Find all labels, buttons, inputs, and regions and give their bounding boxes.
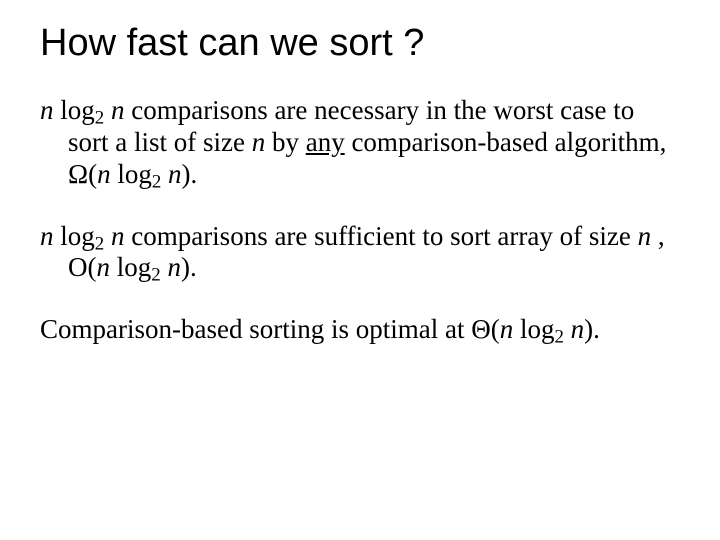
- sub-2: 2: [95, 108, 104, 129]
- var-n: n: [161, 252, 181, 282]
- var-n: n: [161, 159, 181, 189]
- text: log: [513, 314, 554, 344]
- text: ).: [181, 252, 197, 282]
- var-n: n: [40, 95, 54, 125]
- slide-title: How fast can we sort ?: [40, 22, 680, 65]
- sub-2: 2: [554, 327, 563, 348]
- var-n: n: [564, 314, 584, 344]
- text: comparisons are sufficient to sort array…: [124, 221, 637, 251]
- var-n: n: [104, 95, 124, 125]
- sub-2: 2: [151, 265, 160, 286]
- emphasis-any: any: [306, 127, 345, 157]
- text: log: [111, 159, 152, 189]
- text: log: [54, 95, 95, 125]
- var-n: n: [97, 159, 111, 189]
- text: log: [54, 221, 95, 251]
- sub-2: 2: [95, 233, 104, 254]
- paragraph-necessary: n log2 n comparisons are necessary in th…: [40, 95, 680, 191]
- text: ).: [584, 314, 600, 344]
- var-n: n: [104, 221, 124, 251]
- var-n: n: [500, 314, 514, 344]
- text: ).: [182, 159, 198, 189]
- paragraph-optimal: Comparison-based sorting is optimal at Θ…: [40, 314, 680, 346]
- text: log: [110, 252, 151, 282]
- sub-2: 2: [152, 171, 161, 192]
- var-n: n: [638, 221, 652, 251]
- paragraph-sufficient: n log2 n comparisons are sufficient to s…: [40, 221, 680, 285]
- slide: How fast can we sort ? n log2 n comparis…: [0, 0, 720, 540]
- text: Comparison-based sorting is optimal at Θ…: [40, 314, 500, 344]
- var-n: n: [40, 221, 54, 251]
- var-n: n: [97, 252, 111, 282]
- var-n: n: [252, 127, 266, 157]
- text: by: [265, 127, 306, 157]
